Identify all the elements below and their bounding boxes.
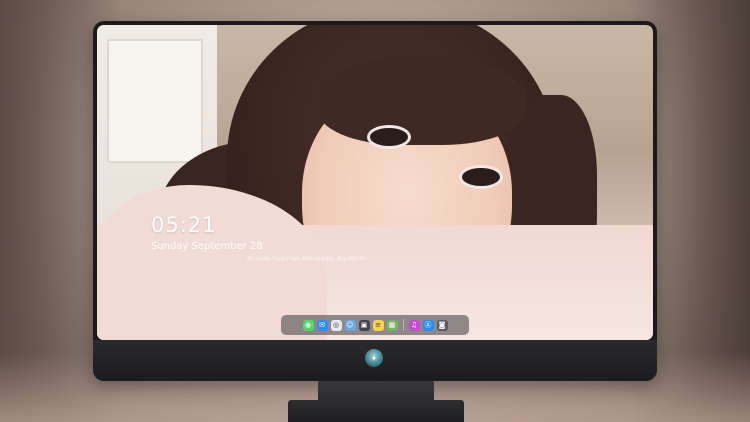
camera-icon[interactable]: ◙ [436,319,448,331]
lockscreen-date: Sunday September 28 [151,241,263,252]
monitor-stand-base [288,400,464,422]
movie-clapper-icon[interactable]: ▣ [358,319,370,331]
notes-icon[interactable]: ≡ [372,319,384,331]
wallpaper-eye-left [367,125,411,149]
screen: 05:21 Sunday September 28 是否有些回忆 可以永远不褪色… [97,25,653,340]
safari-icon[interactable]: ◎ [330,319,342,331]
preview-icon[interactable]: ▦ [386,319,398,331]
monitor-chin: ✦ [93,340,657,381]
mail-icon[interactable]: ✉ [316,319,328,331]
app-store-icon[interactable]: Ⓐ [422,319,434,331]
brand-logo-icon: ✦ [365,349,383,367]
wallpaper-bangs [317,55,527,145]
page: 05:21 Sunday September 28 是否有些回忆 可以永远不褪色… [0,0,750,422]
wallpaper-eye-right [459,165,503,189]
dock: ◉ ✉ ◎ ☺ ▣ ≡ ▦ ♫ Ⓐ ◙ [281,315,469,335]
monitor: 05:21 Sunday September 28 是否有些回忆 可以永远不褪色… [93,21,657,381]
messages-icon[interactable]: ◉ [302,319,314,331]
dock-separator [402,319,404,331]
lockscreen-quote: 是否有些回忆 可以永远不褪色 即使岁月如此匆匆 - Bing ENGLISH [247,256,366,261]
lockscreen-clock: 05:21 [151,213,217,237]
wallpaper-window [107,39,203,163]
finder-icon[interactable]: ☺ [344,319,356,331]
music-icon[interactable]: ♫ [408,319,420,331]
